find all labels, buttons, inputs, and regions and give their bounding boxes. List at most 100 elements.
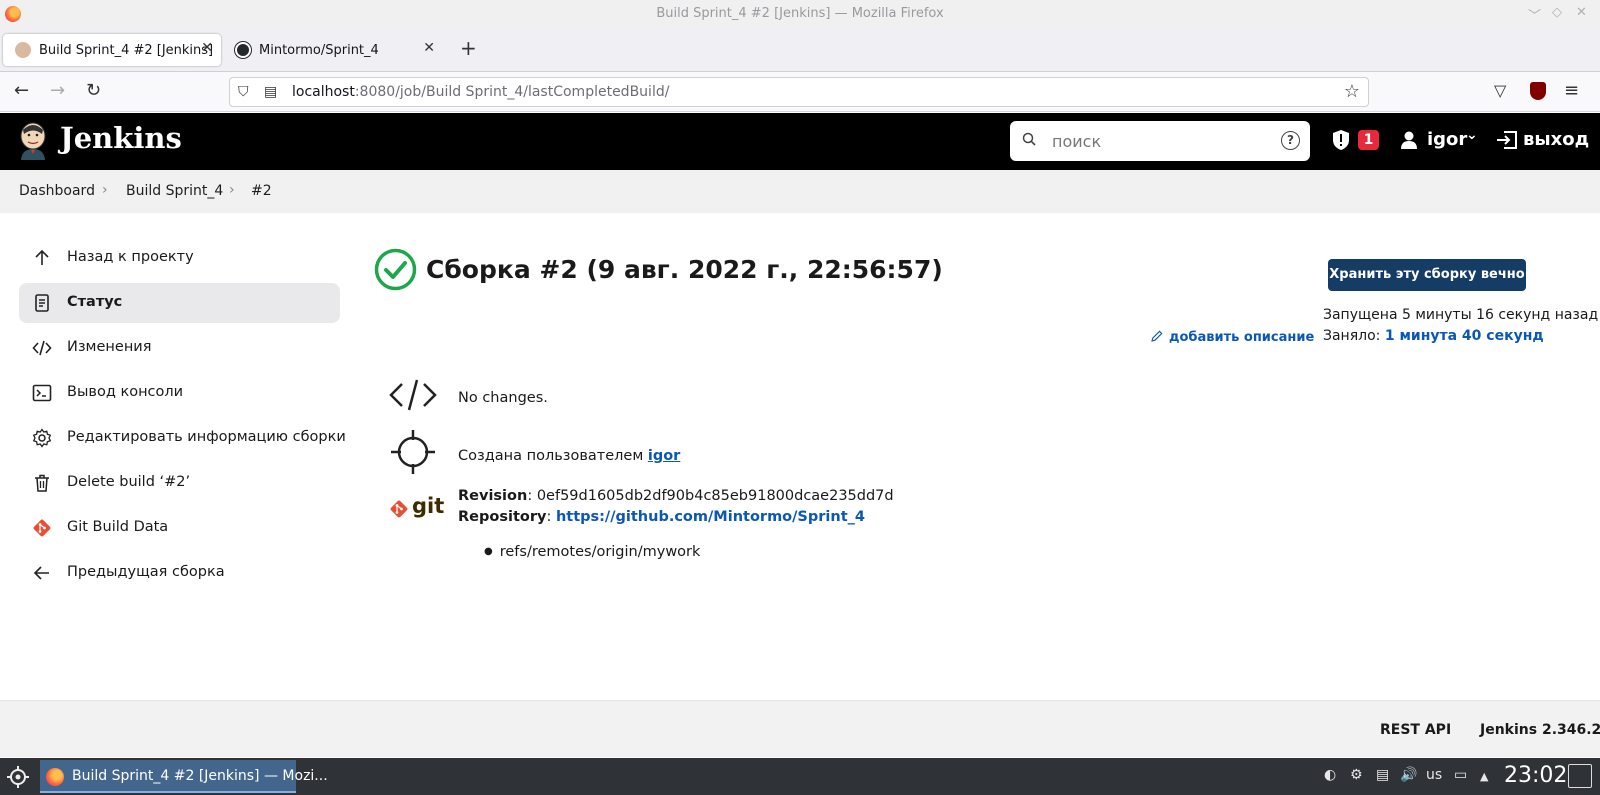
network-settings-icon[interactable]: ⚙ <box>1350 767 1363 783</box>
jenkins-brand[interactable]: Jenkins <box>60 121 182 155</box>
created-by-label: Создана пользователем <box>458 448 644 464</box>
display-icon[interactable]: ▭ <box>1454 767 1467 783</box>
terminal-icon <box>32 384 52 402</box>
git-repository: Repository: https://github.com/Mintormo/… <box>458 509 865 525</box>
git-revision: Revision: 0ef59d1605db2df90b4c85eb91800d… <box>458 488 894 504</box>
revision-label: Revision <box>458 488 528 504</box>
clock[interactable]: 23:02 <box>1504 763 1567 788</box>
browser-nav-bar: ← → ↻ ⛉ ▤ localhost:8080/job/Build Sprin… <box>0 72 1600 112</box>
git-logo: git <box>389 494 444 520</box>
search-icon <box>1022 132 1036 146</box>
back-arrow-icon[interactable]: ← <box>14 80 29 102</box>
taskbar-window-label: Build Sprint_4 #2 [Jenkins] — Mozi... <box>72 768 328 784</box>
sidebar-item-label: Git Build Data <box>67 519 169 535</box>
os-taskbar: Build Sprint_4 #2 [Jenkins] — Mozi... ◐ … <box>0 758 1600 795</box>
tab-label: Mintormo/Sprint_4 <box>259 42 379 58</box>
breadcrumb-chevron-icon: › <box>102 182 108 198</box>
breadcrumb: Dashboard › Build Sprint_4 › #2 <box>0 170 1600 213</box>
page-footer: REST API Jenkins 2.346.2 <box>0 700 1600 757</box>
duration-label: Заняло: <box>1323 328 1381 344</box>
sidebar-item-label: Назад к проекту <box>67 249 194 265</box>
url-bar[interactable]: ⛉ ▤ localhost:8080/job/Build Sprint_4/la… <box>229 77 1369 107</box>
sidebar-item-label: Delete build ‘#2’ <box>67 474 191 490</box>
git-icon <box>390 500 408 518</box>
window-title: Build Sprint_4 #2 [Jenkins] — Mozilla Fi… <box>656 6 944 21</box>
sidebar-item-console-output[interactable]: Вывод консоли <box>19 373 340 413</box>
repository-link[interactable]: https://github.com/Mintormo/Sprint_4 <box>556 509 865 525</box>
close-tab-icon[interactable]: ✕ <box>201 40 213 56</box>
rest-api-link[interactable]: REST API <box>1380 722 1451 738</box>
window-titlebar: Build Sprint_4 #2 [Jenkins] — Mozilla Fi… <box>0 0 1600 28</box>
sidebar-item-changes[interactable]: Изменения <box>19 328 340 368</box>
volume-icon[interactable]: 🔊 <box>1400 767 1417 783</box>
browser-tab-bar: Build Sprint_4 #2 [Jenkins] ✕ Mintormo/S… <box>0 28 1600 72</box>
logout-label: выход <box>1523 129 1590 150</box>
breadcrumb-dashboard[interactable]: Dashboard <box>19 183 95 199</box>
tab-label: Build Sprint_4 #2 [Jenkins] <box>39 42 214 58</box>
ref-name: refs/remotes/origin/mywork <box>499 544 701 560</box>
created-by-user-link[interactable]: igor <box>648 448 680 464</box>
url-text[interactable]: localhost:8080/job/Build Sprint_4/lastCo… <box>292 84 669 100</box>
sidebar-item-status[interactable]: Статус <box>19 283 340 323</box>
jenkins-version-link[interactable]: Jenkins 2.346.2 <box>1480 722 1600 738</box>
sidebar-item-previous-build[interactable]: Предыдущая сборка <box>19 553 340 593</box>
duration-link[interactable]: 1 минута 40 секунд <box>1385 328 1544 344</box>
clipboard-icon[interactable]: ▤ <box>1376 767 1389 783</box>
reload-icon[interactable]: ↻ <box>86 80 101 102</box>
sidebar-item-delete-build[interactable]: Delete build ‘#2’ <box>19 463 340 503</box>
keyboard-layout[interactable]: us <box>1426 767 1442 783</box>
build-started-time: Запущена 5 минуты 16 секунд назад <box>1323 307 1599 323</box>
search-help-icon[interactable]: ? <box>1281 131 1300 150</box>
jenkins-header: Jenkins ? 1 igor ⌄ выход <box>0 113 1600 170</box>
browser-tab-jenkins[interactable]: Build Sprint_4 #2 [Jenkins] ✕ <box>3 34 221 66</box>
pencil-icon <box>1151 330 1163 342</box>
bullet-icon: ● <box>484 546 493 557</box>
page-info-icon[interactable]: ▤ <box>264 84 277 100</box>
bookmark-star-icon[interactable]: ☆ <box>1344 81 1360 102</box>
created-by: Создана пользователем igor <box>458 448 680 464</box>
sidebar-item-back-to-project[interactable]: Назад к проекту <box>19 238 340 278</box>
shield-alert-icon <box>1333 130 1349 150</box>
git-icon <box>33 519 51 537</box>
breadcrumb-job[interactable]: Build Sprint_4 <box>126 183 223 199</box>
logout-icon <box>1497 131 1517 149</box>
update-icon[interactable]: ◐ <box>1324 767 1336 783</box>
browser-tab-github[interactable]: Mintormo/Sprint_4 ✕ <box>223 34 443 66</box>
close-window-icon[interactable]: ✕ <box>1576 5 1587 20</box>
security-alerts[interactable]: 1 <box>1332 127 1382 155</box>
crosshair-icon <box>391 430 435 474</box>
sidebar-item-git-build-data[interactable]: Git Build Data <box>19 508 340 548</box>
taskbar-window-firefox[interactable]: Build Sprint_4 #2 [Jenkins] — Mozi... <box>40 760 328 793</box>
search-input[interactable] <box>1052 129 1262 153</box>
arrow-left-icon <box>33 566 49 580</box>
shield-icon[interactable]: ⛉ <box>238 84 249 100</box>
minimize-window-icon[interactable]: ﹀ <box>1528 5 1541 24</box>
new-tab-button[interactable]: + <box>460 38 477 58</box>
menu-hamburger-icon[interactable]: ≡ <box>1564 80 1579 102</box>
code-icon <box>32 340 52 356</box>
tray-expand-icon[interactable]: ▲ <box>1480 770 1488 783</box>
add-description-link[interactable]: добавить описание <box>1151 330 1314 345</box>
build-success-icon <box>374 248 417 291</box>
app-menu-icon[interactable] <box>6 765 30 789</box>
code-icon <box>389 379 437 411</box>
user-icon <box>1401 131 1417 149</box>
breadcrumb-chevron-icon: › <box>229 182 235 198</box>
changes-summary: No changes. <box>458 390 548 406</box>
search-box[interactable]: ? <box>1010 121 1310 161</box>
sidebar-item-edit-build-info[interactable]: Редактировать информацию сборки <box>19 418 346 458</box>
pocket-icon[interactable]: ▽ <box>1494 80 1506 102</box>
maximize-window-icon[interactable]: ◇ <box>1552 5 1562 20</box>
forward-arrow-icon[interactable]: → <box>50 80 65 102</box>
repository-label: Repository <box>458 509 547 525</box>
sidebar-item-label: Вывод консоли <box>67 384 184 400</box>
close-tab-icon[interactable]: ✕ <box>423 40 435 56</box>
jenkins-favicon-icon <box>15 42 31 58</box>
security-count-badge: 1 <box>1358 130 1379 150</box>
keep-build-forever-button[interactable]: Хранить эту сборку вечно <box>1328 259 1526 291</box>
show-desktop-icon[interactable] <box>1568 764 1592 788</box>
jenkins-logo-icon[interactable] <box>18 122 48 160</box>
ublock-origin-icon[interactable] <box>1530 82 1546 100</box>
sidebar-item-label: Предыдущая сборка <box>67 564 225 580</box>
breadcrumb-build[interactable]: #2 <box>251 183 272 199</box>
